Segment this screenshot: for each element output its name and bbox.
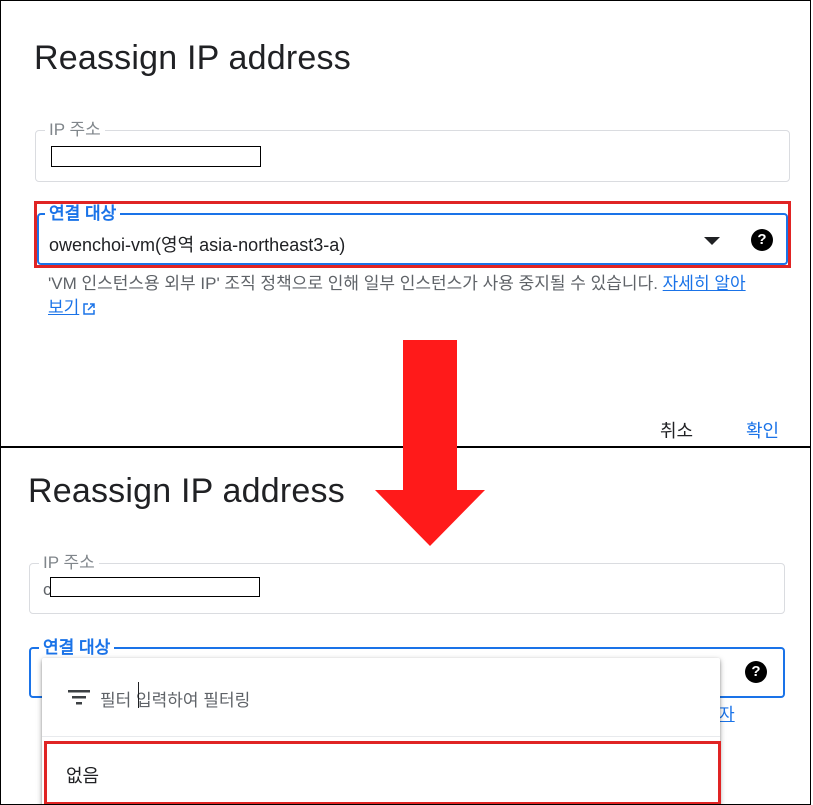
dropdown-filter[interactable]: 필터 입력하여 필터링 bbox=[42, 658, 720, 736]
redacted-ip-value bbox=[51, 146, 261, 167]
policy-hint: 'VM 인스턴스용 외부 IP' 조직 정책으로 인해 일부 인스턴스가 사용 … bbox=[48, 272, 758, 320]
dialog-title: Reassign IP address bbox=[28, 472, 345, 510]
target-select[interactable]: 연결 대상 owenchoi-vm(영역 asia-northeast3-a) … bbox=[37, 204, 788, 265]
target-select-label: 연결 대상 bbox=[39, 638, 115, 658]
cancel-button[interactable]: 취소 bbox=[660, 417, 693, 443]
down-arrow-icon bbox=[375, 340, 485, 546]
target-dropdown-menu: 필터 입력하여 필터링 없음 bbox=[42, 658, 720, 804]
confirm-button[interactable]: 확인 bbox=[746, 417, 779, 443]
learn-more-link-fragment[interactable]: 자 bbox=[719, 703, 735, 727]
dropdown-option[interactable]: 없음 bbox=[42, 744, 720, 804]
target-select-label: 연결 대상 bbox=[45, 204, 121, 224]
dropdown-caret-icon[interactable] bbox=[704, 237, 720, 245]
text-cursor bbox=[138, 682, 139, 708]
target-select-value: owenchoi-vm(영역 asia-northeast3-a) bbox=[49, 235, 346, 255]
help-icon[interactable]: ? bbox=[751, 229, 773, 251]
ip-address-label: IP 주소 bbox=[45, 120, 105, 140]
policy-hint-text: 'VM 인스턴스용 외부 IP' 조직 정책으로 인해 일부 인스턴스가 사용 … bbox=[48, 274, 658, 293]
menu-divider bbox=[42, 736, 720, 737]
dialog-title: Reassign IP address bbox=[34, 39, 351, 77]
filter-label: 필터 입력하여 필터링 bbox=[100, 691, 251, 710]
filter-icon bbox=[68, 690, 90, 705]
external-link-icon bbox=[83, 302, 96, 315]
help-icon[interactable]: ? bbox=[745, 661, 767, 683]
ip-address-label: IP 주소 bbox=[39, 553, 99, 573]
redacted-ip-value bbox=[50, 577, 260, 597]
dropdown-option-label: 없음 bbox=[66, 766, 100, 786]
